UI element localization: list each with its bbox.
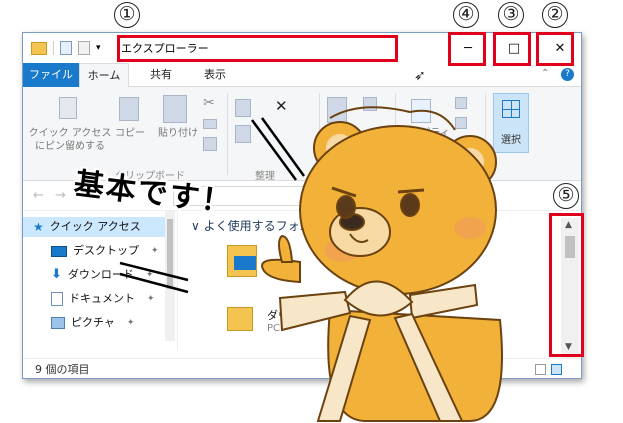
mouse-cursor-icon: ➶	[414, 68, 426, 84]
stage: ▾ エクスプローラー ─ □ ✕ ファイル ホーム 共有 表示 ⌃ ? クイック…	[0, 0, 623, 423]
bear-icon	[260, 106, 503, 422]
bear-illustration	[119, 106, 503, 422]
